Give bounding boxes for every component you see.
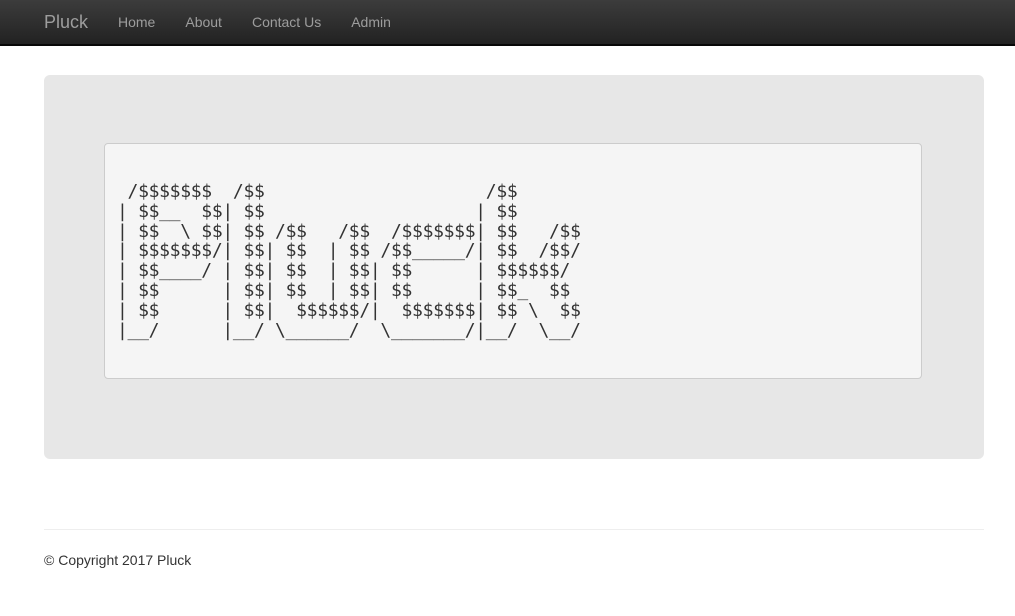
- nav-link-contact[interactable]: Contact Us: [237, 0, 336, 44]
- nav-item-home: Home: [103, 0, 170, 44]
- nav-link-home[interactable]: Home: [103, 0, 170, 44]
- footer-copyright: © Copyright 2017 Pluck: [44, 552, 192, 568]
- nav-item-contact: Contact Us: [237, 0, 336, 44]
- nav-item-about: About: [170, 0, 237, 44]
- ascii-art-logo: /$$$$$$$ /$$ /$$ | $$__ $$| $$ | $$ | $$…: [104, 143, 922, 379]
- nav-link-admin[interactable]: Admin: [336, 0, 406, 44]
- main-nav: Home About Contact Us Admin: [103, 0, 406, 44]
- top-navbar: Pluck Home About Contact Us Admin: [0, 0, 1015, 46]
- nav-link-about[interactable]: About: [170, 0, 237, 44]
- footer-divider: [44, 529, 984, 530]
- jumbotron: /$$$$$$$ /$$ /$$ | $$__ $$| $$ | $$ | $$…: [44, 75, 984, 459]
- nav-item-admin: Admin: [336, 0, 406, 44]
- brand-link[interactable]: Pluck: [44, 0, 88, 44]
